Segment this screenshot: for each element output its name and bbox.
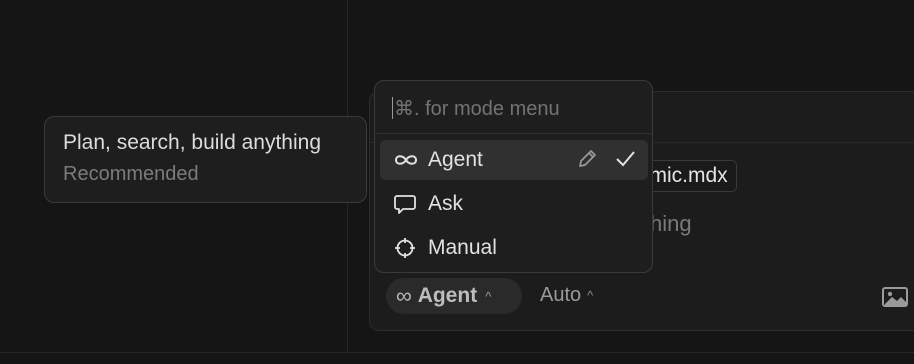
pencil-icon[interactable] <box>576 148 598 170</box>
model-selector-button[interactable]: Auto ^ <box>540 284 593 307</box>
infinity-icon <box>394 149 420 171</box>
composer-placeholder[interactable]: hing <box>650 211 692 237</box>
bottom-divider <box>0 352 914 353</box>
mode-menu-search[interactable]: ⌘. for mode menu <box>392 96 560 121</box>
mode-menu-hint: ⌘. for mode menu <box>394 98 560 120</box>
chevron-up-icon: ^ <box>587 288 594 303</box>
menu-item-label: Ask <box>428 192 464 215</box>
tooltip-title: Plan, search, build anything <box>63 131 321 154</box>
infinity-icon: ∞ <box>396 283 412 308</box>
image-icon[interactable] <box>882 286 908 308</box>
tooltip-subtitle: Recommended <box>63 163 199 185</box>
menu-item-agent[interactable]: Agent <box>380 140 648 180</box>
chevron-up-icon: ^ <box>485 288 492 304</box>
mode-selector-button[interactable]: ∞ Agent ^ <box>386 278 522 314</box>
menu-item-label: Agent <box>428 148 483 171</box>
model-selector-label: Auto <box>540 284 582 306</box>
menu-separator <box>375 133 652 134</box>
mode-tooltip: Plan, search, build anything Recommended <box>44 116 367 203</box>
menu-item-actions <box>576 148 636 170</box>
menu-item-label: Manual <box>428 236 497 259</box>
checkmark-icon <box>614 148 636 170</box>
crosshair-icon <box>394 237 420 259</box>
text-cursor <box>392 97 393 119</box>
menu-item-ask[interactable]: Ask <box>380 184 648 224</box>
mode-selector-label: Agent <box>417 284 478 307</box>
chat-bubble-icon <box>394 193 420 215</box>
mode-menu: ⌘. for mode menu Agent Ask Manual <box>374 80 653 273</box>
menu-item-manual[interactable]: Manual <box>380 228 648 268</box>
app-window: smic.mdx hing ∞ Agent ^ Auto ^ Plan, sea… <box>0 0 914 364</box>
